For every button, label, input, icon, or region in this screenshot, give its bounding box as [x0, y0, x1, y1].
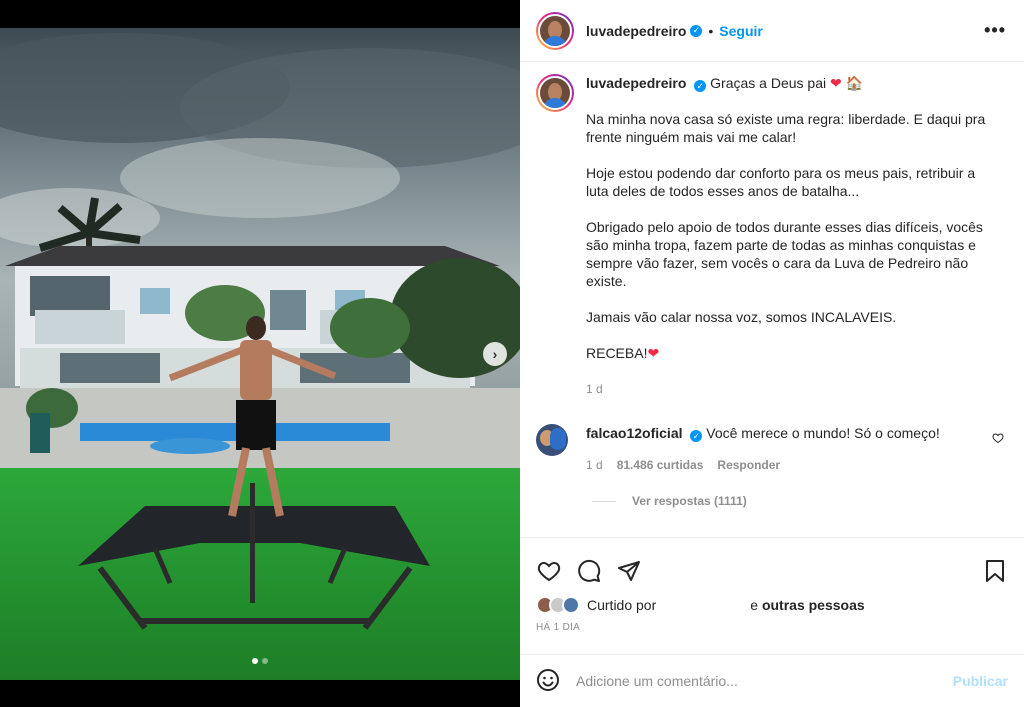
commenter-avatar[interactable]	[536, 424, 568, 456]
next-slide-button[interactable]: ›	[483, 342, 507, 366]
liked-by-others-prefix: e	[750, 597, 759, 613]
liked-by-summary: Curtido por e outras pessoas	[520, 590, 1024, 614]
verified-badge-icon: ✓	[690, 430, 703, 442]
liker-avatar	[562, 596, 580, 614]
commenter-username[interactable]: falcao12oficial	[586, 425, 683, 441]
view-replies-button[interactable]: Ver respostas (1111)	[592, 494, 747, 508]
separator-dot: •	[708, 22, 714, 39]
house-emoji-icon: 🏠	[845, 75, 864, 91]
photo-illustration	[0, 28, 520, 680]
caption-author-avatar[interactable]	[536, 74, 574, 112]
reply-button[interactable]: Responder	[717, 456, 780, 474]
caption-text: Graças a Deus pai	[710, 75, 827, 91]
caption-paragraph: Obrigado pelo apoio de todos durante ess…	[586, 219, 983, 289]
caption-first-line: luvadepedreiro ✓ Graças a Deus pai ❤ 🏠	[586, 74, 996, 92]
like-heart-icon[interactable]	[536, 558, 562, 584]
liker-avatars[interactable]	[536, 596, 580, 614]
author-avatar[interactable]	[536, 11, 574, 50]
comment-like-heart-icon[interactable]	[992, 432, 1004, 447]
caption-last-line: RECEBA!❤	[586, 345, 660, 361]
author-username[interactable]: luvadepedreiro	[586, 23, 686, 39]
verified-badge-icon: ✓	[694, 80, 707, 92]
more-options-icon[interactable]: •••	[984, 20, 1006, 41]
post-time[interactable]: HÁ 1 DIA	[520, 614, 1024, 633]
follow-button[interactable]: Seguir	[719, 23, 763, 39]
comment-text: Você merece o mundo! Só o começo!	[706, 425, 940, 441]
post-photo[interactable]	[0, 28, 520, 680]
comment-likes[interactable]: 81.486 curtidas	[617, 456, 704, 474]
heart-emoji-icon: ❤	[830, 75, 842, 91]
carousel-indicator	[0, 658, 520, 664]
caption-paragraph: Na minha nova casa só existe uma regra: …	[586, 111, 986, 145]
save-bookmark-icon[interactable]	[982, 558, 1008, 584]
comment-bubble-icon[interactable]	[576, 558, 602, 584]
share-send-icon[interactable]	[616, 558, 642, 584]
publish-button[interactable]: Publicar	[953, 673, 1008, 689]
heart-emoji-icon: ❤	[647, 345, 660, 361]
emoji-smile-icon[interactable]	[536, 668, 562, 694]
caption-username[interactable]: luvadepedreiro	[586, 75, 686, 91]
liked-by-others[interactable]: outras pessoas	[762, 597, 865, 613]
post-header: luvadepedreiro ✓ • Seguir •••	[520, 0, 1024, 62]
caption-paragraph: Jamais vão calar nossa voz, somos INCALA…	[586, 309, 897, 325]
post-actions: Curtido por e outras pessoas HÁ 1 DIA	[520, 537, 1024, 654]
carousel-dot	[262, 658, 268, 664]
comment-meta: 1 d 81.486 curtidas Responder	[586, 456, 976, 474]
post-media: ›	[0, 0, 520, 707]
post-details-panel: luvadepedreiro ✓ • Seguir ••• luvadepedr…	[520, 0, 1024, 707]
comment-composer: Publicar	[520, 654, 1024, 707]
verified-badge-icon: ✓	[690, 24, 703, 37]
comment-item: falcao12oficial ✓ Você merece o mundo! S…	[536, 424, 1008, 508]
liked-by-label: Curtido por	[587, 597, 657, 613]
post-caption: luvadepedreiro ✓ Graças a Deus pai ❤ 🏠 N…	[536, 74, 1008, 398]
carousel-dot-active	[252, 658, 258, 664]
caption-time[interactable]: 1 d	[586, 380, 996, 398]
comments-section[interactable]: luvadepedreiro ✓ Graças a Deus pai ❤ 🏠 N…	[520, 62, 1024, 537]
comment-time[interactable]: 1 d	[586, 456, 603, 474]
caption-paragraph: Hoje estou podendo dar conforto para os …	[586, 165, 976, 199]
comment-input[interactable]	[576, 673, 953, 689]
